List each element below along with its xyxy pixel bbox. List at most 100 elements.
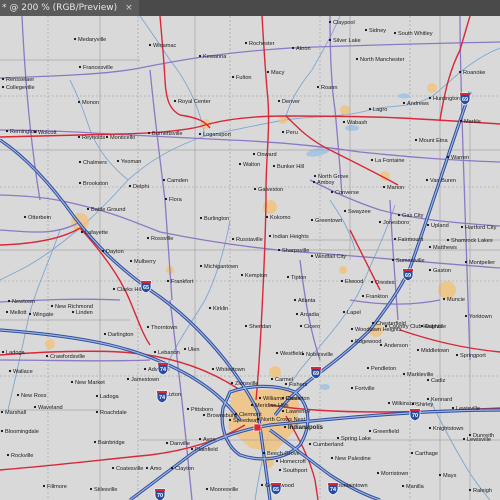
city-marker: Mount Etna (414, 138, 448, 144)
city-label: Fishers (289, 382, 308, 388)
city-marker: New Palestine (330, 456, 371, 462)
interstate-shield-icon: 65 (270, 482, 282, 496)
city-marker: Darlington (103, 332, 134, 338)
city-marker: Linden (71, 310, 93, 316)
city-label: Cicero (304, 324, 320, 330)
city-label: Homecroft (280, 459, 306, 465)
city-marker: New Market (70, 380, 105, 386)
city-dot (112, 287, 116, 291)
city-label: Monon (82, 100, 99, 106)
city-dot (368, 429, 372, 433)
city-dot (50, 304, 54, 308)
city-label: Kirklin (213, 306, 228, 312)
shield-number: 70 (157, 493, 163, 499)
city-marker: Warren (446, 155, 469, 161)
city-dot (101, 249, 105, 253)
city-label: Medaryville (78, 37, 106, 43)
city-marker: Rockville (6, 453, 33, 459)
city-label: Winamac (153, 43, 177, 49)
city-marker: Castleton (281, 396, 310, 402)
city-label: Castleton (286, 396, 310, 402)
city-label: Mellott (10, 310, 27, 316)
city-marker: Burlington (199, 216, 229, 222)
city-marker: Camden (162, 178, 188, 184)
city-label: Lafayette (85, 230, 108, 236)
city-marker: Gas City (397, 213, 424, 219)
city-dot (355, 57, 359, 61)
city-label: Linden (76, 310, 93, 316)
city-label: Fountaintown (334, 483, 368, 489)
city-dot (77, 135, 81, 139)
city-dot (256, 417, 260, 421)
city-dot (162, 178, 166, 182)
city-label: Ladoga (100, 394, 120, 400)
city-marker: Atlanta (293, 298, 316, 304)
city-dot (371, 321, 375, 325)
city-dot (286, 275, 290, 279)
city-label: Lebanon (158, 350, 180, 356)
city-dot (6, 453, 10, 457)
close-tab-icon[interactable]: × (125, 3, 133, 13)
city-marker: Markleville (402, 372, 433, 378)
city-label: Wallace (13, 369, 33, 375)
city-label: Elwood (345, 279, 363, 285)
city-label: Mooresville (210, 487, 238, 493)
city-dot (270, 377, 274, 381)
city-dot (166, 279, 170, 283)
document-tab[interactable]: * @ 200 % (RGB/Preview) × (0, 0, 139, 16)
city-dot (342, 310, 346, 314)
city-marker: Logansport (198, 132, 231, 138)
city-marker: Crawfordsville (45, 354, 85, 360)
city-label: New Ross (21, 393, 47, 399)
city-dot (379, 343, 383, 347)
city-dot (426, 397, 430, 401)
city-dot (364, 28, 368, 32)
city-marker: Battle Ground (86, 207, 126, 213)
city-marker: Daleville (420, 324, 446, 330)
city-dot (299, 324, 303, 328)
city-label: Wingate (33, 312, 54, 318)
city-marker: Jamestown (126, 377, 159, 383)
city-label: Burlington (204, 216, 229, 222)
city-dot (410, 451, 414, 455)
city-label: Camden (167, 178, 188, 184)
city-label: Shamrock Lakes (451, 238, 493, 244)
city-marker: Francesville (78, 65, 113, 71)
city-marker: Greenfield (368, 429, 399, 435)
city-dot (460, 225, 464, 229)
city-label: Bunker Hill (277, 164, 304, 170)
city-dot (376, 471, 380, 475)
city-marker: Collegeville (1, 85, 35, 91)
shield-number: 69 (313, 371, 319, 377)
city-dot (253, 187, 257, 191)
shield-number: 70 (412, 413, 418, 419)
city-dot (164, 197, 168, 201)
city-dot (414, 138, 418, 142)
city-dot (23, 215, 27, 219)
city-dot (5, 310, 9, 314)
city-dot (146, 325, 150, 329)
city-label: Bloomingdale (5, 429, 39, 435)
city-dot (387, 401, 391, 405)
city-label: Clermont (239, 412, 262, 418)
city-dot (77, 100, 81, 104)
city-marker: Kennard (426, 397, 452, 403)
city-marker: Russiaville (231, 237, 263, 243)
city-label: Huntington (433, 96, 460, 102)
city-dot (384, 324, 388, 328)
city-marker: Galveston (253, 187, 283, 193)
city-marker: Wolcott (33, 130, 57, 136)
city-marker: Edgewood (350, 339, 381, 345)
city-marker: Claypool (328, 20, 355, 26)
city-marker: Denver (277, 99, 300, 105)
city-label: Silver Lake (333, 38, 361, 44)
city-label: Frankton (366, 294, 388, 300)
city-dot (258, 396, 262, 400)
city-dot (316, 85, 320, 89)
city-marker: Royal Center (173, 99, 211, 105)
city-label: Marshall (5, 410, 26, 416)
city-marker: Marion (382, 185, 404, 191)
city-label: Greenfield (373, 429, 399, 435)
map-canvas[interactable]: Claypool Sidney South Whitley Medaryville Wi… (0, 16, 500, 500)
city-label: Collegeville (6, 85, 35, 91)
